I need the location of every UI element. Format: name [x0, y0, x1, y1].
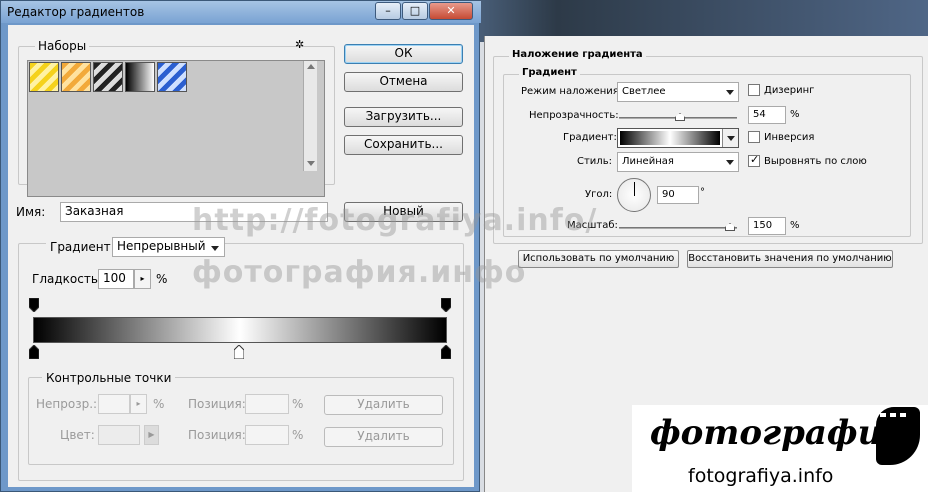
- cancel-button[interactable]: Отмена: [344, 72, 463, 92]
- scale-input[interactable]: 150: [748, 217, 786, 235]
- stop-opacity-unit: %: [153, 397, 165, 411]
- gradient-preview: [620, 131, 720, 145]
- logo-url: fotografiya.info: [688, 465, 834, 487]
- opacity-input[interactable]: 54: [748, 106, 786, 124]
- stop-position-label: Позиция:: [188, 397, 246, 411]
- delete-opacity-stop-button[interactable]: Удалить: [324, 395, 443, 415]
- stop-position-input[interactable]: [245, 394, 289, 414]
- window-title: Редактор градиентов: [7, 5, 145, 19]
- logo-text: фотография: [650, 413, 910, 453]
- gear-icon[interactable]: ✲: [295, 38, 304, 51]
- section-title: Наложение градиента: [509, 49, 646, 60]
- watermark-text: фотография.инфо: [192, 255, 527, 290]
- stop-position-unit: %: [292, 397, 304, 411]
- opacity-stop-right[interactable]: [440, 297, 452, 313]
- watermark-url: http://fotografiya.info/: [192, 203, 598, 238]
- blend-mode-select[interactable]: Светлее: [617, 82, 739, 102]
- align-with-layer-checkbox[interactable]: [748, 153, 760, 167]
- preset-swatch-yellow-stripes[interactable]: [29, 62, 59, 92]
- angle-label: Угол:: [585, 189, 613, 200]
- preset-swatch-black-white[interactable]: [125, 62, 155, 92]
- reverse-checkbox[interactable]: [748, 131, 760, 143]
- stop-color-label: Цвет:: [60, 428, 95, 442]
- make-default-button[interactable]: Использовать по умолчанию: [518, 250, 679, 268]
- presets-label: Наборы: [35, 39, 90, 53]
- stop-color-arrow[interactable]: ▶: [144, 425, 159, 445]
- delete-color-stop-button[interactable]: Удалить: [324, 427, 443, 447]
- reset-default-button[interactable]: Восстановить значения по умолчанию: [687, 250, 893, 268]
- scale-unit: %: [790, 220, 800, 231]
- opacity-label: Непрозрачность:: [529, 110, 619, 121]
- maximize-button[interactable]: □: [402, 2, 428, 20]
- dither-label: Дизеринг: [764, 85, 815, 96]
- gradient-bar[interactable]: [33, 317, 447, 343]
- stop-position-label: Позиция:: [188, 428, 246, 442]
- scroll-up-icon[interactable]: [307, 64, 315, 69]
- gradient-type-label: Градиент:: [46, 240, 119, 254]
- smoothness-label: Гладкость:: [32, 272, 102, 286]
- film-strip-icon: [876, 407, 920, 465]
- smoothness-unit: %: [156, 272, 168, 286]
- style-select[interactable]: Линейная: [617, 152, 739, 172]
- scale-slider[interactable]: [619, 227, 737, 229]
- stop-position-unit: %: [292, 428, 304, 442]
- reverse-label: Инверсия: [764, 132, 815, 143]
- color-stop-middle[interactable]: [233, 344, 245, 360]
- gradient-type-select[interactable]: Непрерывный: [112, 237, 225, 257]
- angle-dial[interactable]: [617, 178, 651, 212]
- angle-input[interactable]: 90: [657, 186, 699, 204]
- angle-unit: °: [700, 187, 705, 198]
- gradient-label: Градиент:: [563, 132, 617, 143]
- color-stop-left[interactable]: [28, 344, 40, 360]
- save-button[interactable]: Сохранить...: [344, 135, 463, 155]
- stop-position-input[interactable]: [245, 425, 289, 445]
- chevron-down-icon: [726, 160, 734, 165]
- site-logo: фотография fotografiya.info: [632, 405, 928, 492]
- blend-mode-label: Режим наложения:: [521, 86, 623, 97]
- load-button[interactable]: Загрузить...: [344, 107, 463, 127]
- preset-swatch-orange-stripes[interactable]: [61, 62, 91, 92]
- color-stop-right[interactable]: [440, 344, 452, 360]
- name-label: Имя:: [16, 205, 46, 219]
- gradient-editor-window: Редактор градиентов – □ ✕ Наборы ✲ ОК От…: [0, 0, 481, 492]
- smoothness-input[interactable]: 100: [98, 269, 134, 289]
- dither-checkbox[interactable]: [748, 84, 760, 96]
- stop-color-swatch[interactable]: [98, 425, 140, 445]
- stop-opacity-label: Непрозр.:: [36, 397, 98, 411]
- stop-opacity-input[interactable]: [98, 394, 130, 414]
- stops-group: [28, 377, 454, 465]
- preset-swatch-black-silver-stripes[interactable]: [93, 62, 123, 92]
- align-with-layer-label: Выровнять по слою: [764, 156, 867, 167]
- preset-swatch-blue-stripes[interactable]: [157, 62, 187, 92]
- scroll-down-icon[interactable]: [307, 161, 315, 166]
- chevron-down-icon: [727, 136, 735, 141]
- smoothness-stepper[interactable]: ▸: [134, 269, 151, 289]
- stops-group-title: Контрольные точки: [42, 371, 176, 385]
- gradient-picker-arrow[interactable]: [722, 129, 738, 147]
- angle-dial-needle: [634, 182, 635, 196]
- title-bar[interactable]: Редактор градиентов – □ ✕: [1, 1, 481, 23]
- opacity-unit: %: [790, 109, 800, 120]
- chevron-down-icon: [726, 90, 734, 95]
- chevron-down-icon: [211, 246, 219, 251]
- opacity-stop-left[interactable]: [28, 297, 40, 313]
- stop-opacity-stepper[interactable]: ▸: [130, 394, 147, 414]
- minimize-button[interactable]: –: [375, 2, 401, 20]
- gradient-picker[interactable]: [617, 128, 739, 148]
- presets-scrollbar[interactable]: [303, 61, 317, 171]
- style-label: Стиль:: [577, 156, 612, 167]
- group-title: Градиент: [519, 67, 580, 78]
- close-button[interactable]: ✕: [429, 2, 473, 20]
- ok-button[interactable]: ОК: [344, 44, 463, 64]
